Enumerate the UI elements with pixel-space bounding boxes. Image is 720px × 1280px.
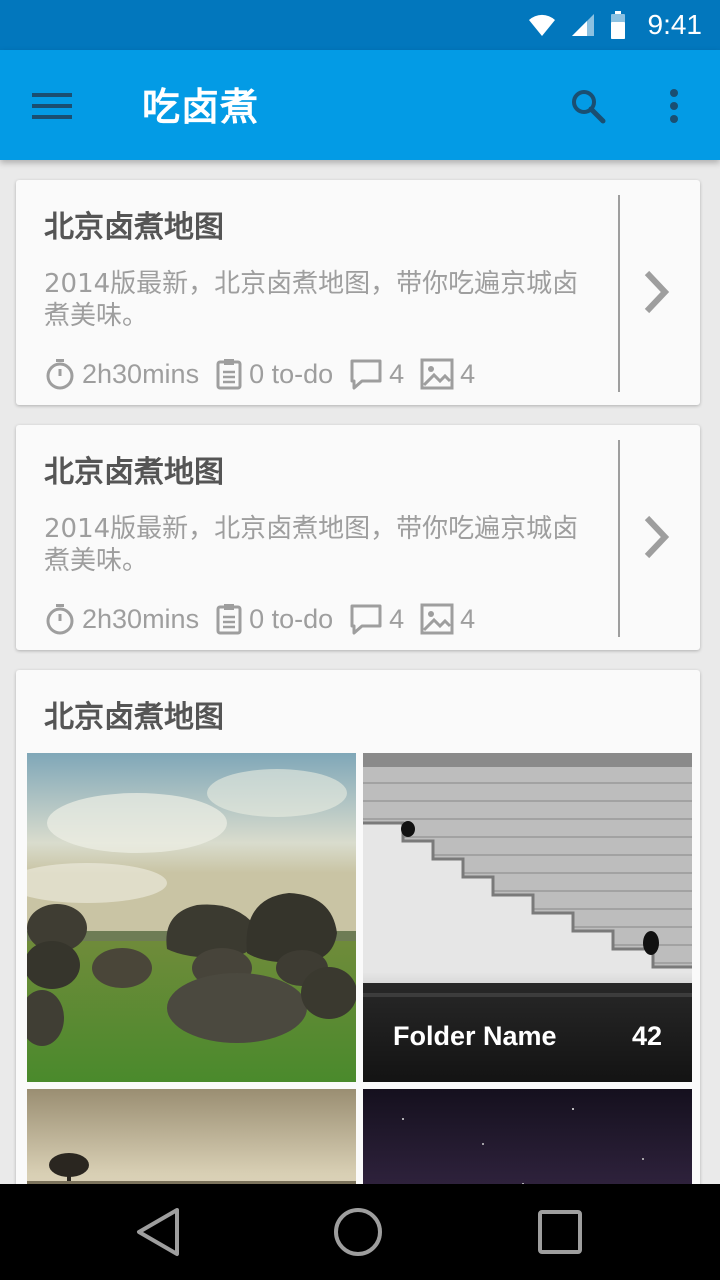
todo-text: 0 to-do (249, 358, 334, 389)
duration-text: 2h30mins (82, 358, 200, 389)
signal-icon (571, 14, 594, 36)
stones-photo (27, 753, 356, 1082)
map-card[interactable]: 北京卤煮地图 2014版最新，北京卤煮地图，带你吃遍京城卤煮美味。 2h30mi… (16, 180, 700, 405)
back-button[interactable] (128, 1202, 188, 1262)
todo-meta: 0 to-do (215, 358, 333, 390)
comments-count: 4 (389, 358, 405, 389)
gallery-title: 北京卤煮地图 (44, 700, 224, 735)
images-count: 4 (460, 603, 476, 634)
images-meta: 4 (420, 603, 475, 635)
recents-icon (538, 1210, 582, 1254)
status-icons: 9:41 (528, 8, 703, 42)
images-meta: 4 (420, 358, 475, 390)
card-meta: 2h30mins 0 to-do 4 4 (44, 358, 491, 390)
clipboard-icon (216, 604, 242, 635)
duration-meta: 2h30mins (44, 358, 199, 390)
comment-icon (350, 359, 382, 390)
todo-text: 0 to-do (249, 603, 334, 634)
status-bar: 9:41 (0, 0, 720, 50)
folder-name: Folder Name (393, 1021, 557, 1051)
more-vert-icon (670, 89, 678, 123)
photo-tile-stones[interactable] (27, 753, 356, 1082)
comments-count: 4 (389, 603, 405, 634)
folder-caption: Folder Name 42 (363, 972, 692, 1082)
todo-meta: 0 to-do (215, 603, 333, 635)
navigation-bar (0, 1184, 720, 1280)
card-description: 2014版最新，北京卤煮地图，带你吃遍京城卤煮美味。 (44, 514, 579, 576)
gallery-card: 北京卤煮地图 Folder Name 42 (16, 670, 700, 1230)
menu-icon (32, 93, 72, 119)
recents-button[interactable] (530, 1202, 590, 1262)
image-icon (420, 603, 454, 635)
card-divider (618, 195, 620, 392)
image-icon (420, 358, 454, 390)
open-card-button[interactable] (636, 262, 676, 322)
home-button[interactable] (328, 1202, 388, 1262)
wifi-icon (528, 14, 555, 36)
folder-count: 42 (631, 1021, 662, 1051)
comments-meta: 4 (349, 358, 404, 390)
comments-meta: 4 (349, 603, 404, 635)
menu-button[interactable] (24, 78, 80, 134)
card-description: 2014版最新，北京卤煮地图，带你吃遍京城卤煮美味。 (44, 269, 579, 331)
more-options-button[interactable] (648, 78, 700, 134)
search-button[interactable] (560, 78, 616, 134)
duration-meta: 2h30mins (44, 603, 199, 635)
images-count: 4 (460, 358, 476, 389)
duration-text: 2h30mins (82, 603, 200, 634)
clipboard-icon (216, 359, 242, 390)
battery-icon (610, 11, 625, 39)
map-card[interactable]: 北京卤煮地图 2014版最新，北京卤煮地图，带你吃遍京城卤煮美味。 2h30mi… (16, 425, 700, 650)
card-title: 北京卤煮地图 (44, 455, 224, 490)
home-icon (334, 1208, 382, 1256)
chevron-right-icon (644, 270, 670, 314)
open-card-button[interactable] (636, 507, 676, 567)
timer-icon (46, 604, 74, 635)
card-divider (618, 440, 620, 637)
app-bar: 吃卤煮 (0, 50, 720, 160)
comment-icon (350, 604, 382, 635)
timer-icon (46, 359, 74, 390)
status-time: 9:41 (647, 9, 703, 40)
folder-tile[interactable]: Folder Name 42 (363, 753, 692, 1082)
search-icon (572, 90, 606, 124)
card-meta: 2h30mins 0 to-do 4 4 (44, 603, 491, 635)
back-icon (137, 1208, 179, 1256)
card-title: 北京卤煮地图 (44, 210, 224, 245)
app-title: 吃卤煮 (142, 85, 260, 129)
chevron-right-icon (644, 515, 670, 559)
